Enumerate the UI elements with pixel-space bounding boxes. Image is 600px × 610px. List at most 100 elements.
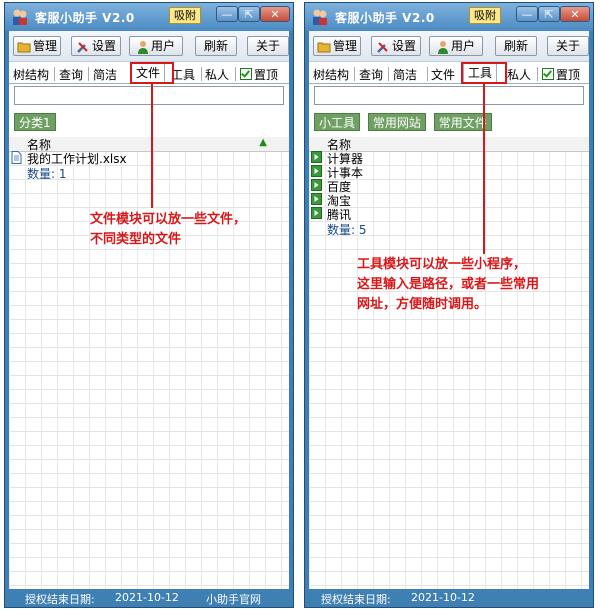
- title-bar[interactable]: 客服小助手 V2.0 吸附 — ⇱ ✕: [5, 3, 293, 31]
- auth-date: 2021-10-12: [115, 591, 179, 604]
- user-button[interactable]: 用户: [429, 36, 483, 56]
- play-icon: [311, 207, 322, 219]
- title-bar[interactable]: 客服小助手 V2.0 吸附 — ⇱ ✕: [305, 3, 593, 31]
- refresh-button[interactable]: 刷新: [195, 36, 237, 56]
- category-button[interactable]: 分类1: [14, 113, 56, 131]
- callout-line: [151, 84, 153, 208]
- annotation-line: 工具模块可以放一些小程序，: [357, 257, 527, 272]
- list-item[interactable]: 淘宝: [309, 193, 589, 208]
- settings-label: 设置: [91, 39, 116, 53]
- list-item[interactable]: 百度: [309, 179, 589, 194]
- tab-divider: [537, 67, 538, 81]
- topmost-checkbox[interactable]: 置顶: [542, 66, 580, 83]
- window-title: 客服小助手 V2.0: [35, 11, 135, 25]
- auth-label: 授权结束日期:: [321, 593, 391, 606]
- tab-tree[interactable]: 树结构: [313, 66, 349, 83]
- auth-date: 2021-10-12: [411, 591, 475, 604]
- tab-query[interactable]: 查询: [59, 66, 83, 83]
- file-module-note: 文件模块可以放一些文件， 不同类型的文件: [90, 210, 246, 250]
- tab-divider: [201, 67, 202, 81]
- list-item[interactable]: 腾讯: [309, 207, 589, 222]
- close-button[interactable]: ✕: [560, 6, 590, 22]
- search-input[interactable]: [314, 86, 584, 105]
- user-button[interactable]: 用户: [129, 36, 183, 56]
- toolbar: 管理 设置 用户 刷新 关于: [9, 31, 289, 62]
- minimize-button[interactable]: —: [216, 6, 238, 22]
- topmost-checkbox[interactable]: 置顶: [240, 66, 278, 83]
- refresh-button[interactable]: 刷新: [495, 36, 537, 56]
- play-icon: [311, 151, 322, 163]
- tab-divider: [354, 67, 355, 81]
- tools-tab-highlight: [461, 62, 507, 84]
- annotation-line: 网址，方便随时调用。: [357, 297, 488, 312]
- tab-private[interactable]: 私人: [205, 66, 229, 83]
- tab-bar: 树结构 查询 简洁 文件 工具 私人 置顶: [309, 63, 589, 84]
- about-button[interactable]: 关于: [547, 36, 589, 56]
- user-icon: [437, 40, 448, 54]
- official-site-link[interactable]: 小助手官网: [206, 591, 261, 607]
- annotation-line: 不同类型的文件: [90, 232, 182, 247]
- topmost-label: 置顶: [254, 68, 279, 82]
- window-title: 客服小助手 V2.0: [335, 11, 435, 25]
- auth-label: 授权结束日期:: [25, 593, 95, 606]
- category-bar: 分类1: [14, 113, 60, 131]
- close-button[interactable]: ✕: [260, 6, 290, 22]
- tab-simple[interactable]: 简洁: [393, 66, 417, 83]
- about-button[interactable]: 关于: [247, 36, 289, 56]
- user-icon: [137, 40, 148, 54]
- search-input[interactable]: [14, 86, 284, 105]
- item-list[interactable]: 名称 计算器 计事本 百度 淘宝 腾讯 数量: 5: [309, 137, 589, 589]
- status-bar: 授权结束日期: 2021-10-12 小助手官网: [5, 589, 293, 607]
- manage-button[interactable]: 管理: [313, 36, 361, 56]
- tab-divider: [54, 67, 55, 81]
- dock-toggle[interactable]: 吸附: [469, 7, 501, 24]
- file-tab-highlight: [130, 62, 174, 84]
- app-logo-icon: [13, 9, 27, 25]
- annotation-line: 这里输入是路径，或者一些常用: [357, 277, 540, 292]
- dock-toggle[interactable]: 吸附: [169, 7, 201, 24]
- play-icon: [311, 165, 322, 177]
- user-label: 用户: [450, 39, 475, 53]
- settings-label: 设置: [391, 39, 416, 53]
- checkbox-checked-icon: [240, 68, 252, 80]
- manage-button[interactable]: 管理: [13, 36, 61, 56]
- item-list[interactable]: 名称 ▲ 我的工作计划.xlsx 数量: 1: [9, 137, 289, 589]
- tab-simple[interactable]: 简洁: [93, 66, 117, 83]
- restore-button[interactable]: ⇱: [238, 6, 260, 22]
- tab-divider: [427, 67, 428, 81]
- play-icon: [311, 193, 322, 205]
- tools-icon: [77, 41, 88, 53]
- list-item[interactable]: 计算器: [309, 151, 589, 166]
- toolbar: 管理 设置 用户 刷新 关于: [309, 31, 589, 62]
- tab-query[interactable]: 查询: [359, 66, 383, 83]
- app-window-file-tab: 客服小助手 V2.0 吸附 — ⇱ ✕ 管理 设置 用户 刷新 关于 树结构 查…: [4, 2, 294, 608]
- callout-line: [483, 84, 485, 254]
- minimize-button[interactable]: —: [516, 6, 538, 22]
- sort-ascending-icon: ▲: [259, 137, 267, 148]
- tab-files[interactable]: 文件: [431, 66, 455, 83]
- document-icon: [11, 151, 22, 164]
- tab-divider: [235, 67, 236, 81]
- play-icon: [311, 179, 322, 191]
- settings-button[interactable]: 设置: [71, 36, 121, 56]
- tab-private[interactable]: 私人: [507, 66, 531, 83]
- tab-divider: [88, 67, 89, 81]
- list-item[interactable]: 计事本: [309, 165, 589, 180]
- list-item[interactable]: 我的工作计划.xlsx: [9, 151, 289, 166]
- settings-button[interactable]: 设置: [371, 36, 421, 56]
- manage-label: 管理: [332, 39, 357, 53]
- item-count: 数量: 1: [27, 167, 67, 181]
- category-button-tools[interactable]: 小工具: [314, 113, 361, 131]
- app-logo-icon: [313, 9, 327, 25]
- folder-icon: [317, 42, 331, 52]
- category-button-websites[interactable]: 常用网站: [367, 113, 426, 131]
- checkbox-checked-icon: [542, 68, 554, 80]
- manage-label: 管理: [32, 39, 57, 53]
- tools-module-note: 工具模块可以放一些小程序， 这里输入是路径，或者一些常用 网址，方便随时调用。: [357, 255, 539, 315]
- folder-icon: [17, 42, 31, 52]
- annotation-line: 文件模块可以放一些文件，: [90, 212, 247, 227]
- restore-button[interactable]: ⇱: [538, 6, 560, 22]
- tab-tools[interactable]: 工具: [171, 66, 195, 83]
- tab-tree[interactable]: 树结构: [13, 66, 49, 83]
- client-area: 管理 设置 用户 刷新 关于 树结构 查询 简洁 文件 工具 私人 置顶 分类1…: [9, 31, 289, 589]
